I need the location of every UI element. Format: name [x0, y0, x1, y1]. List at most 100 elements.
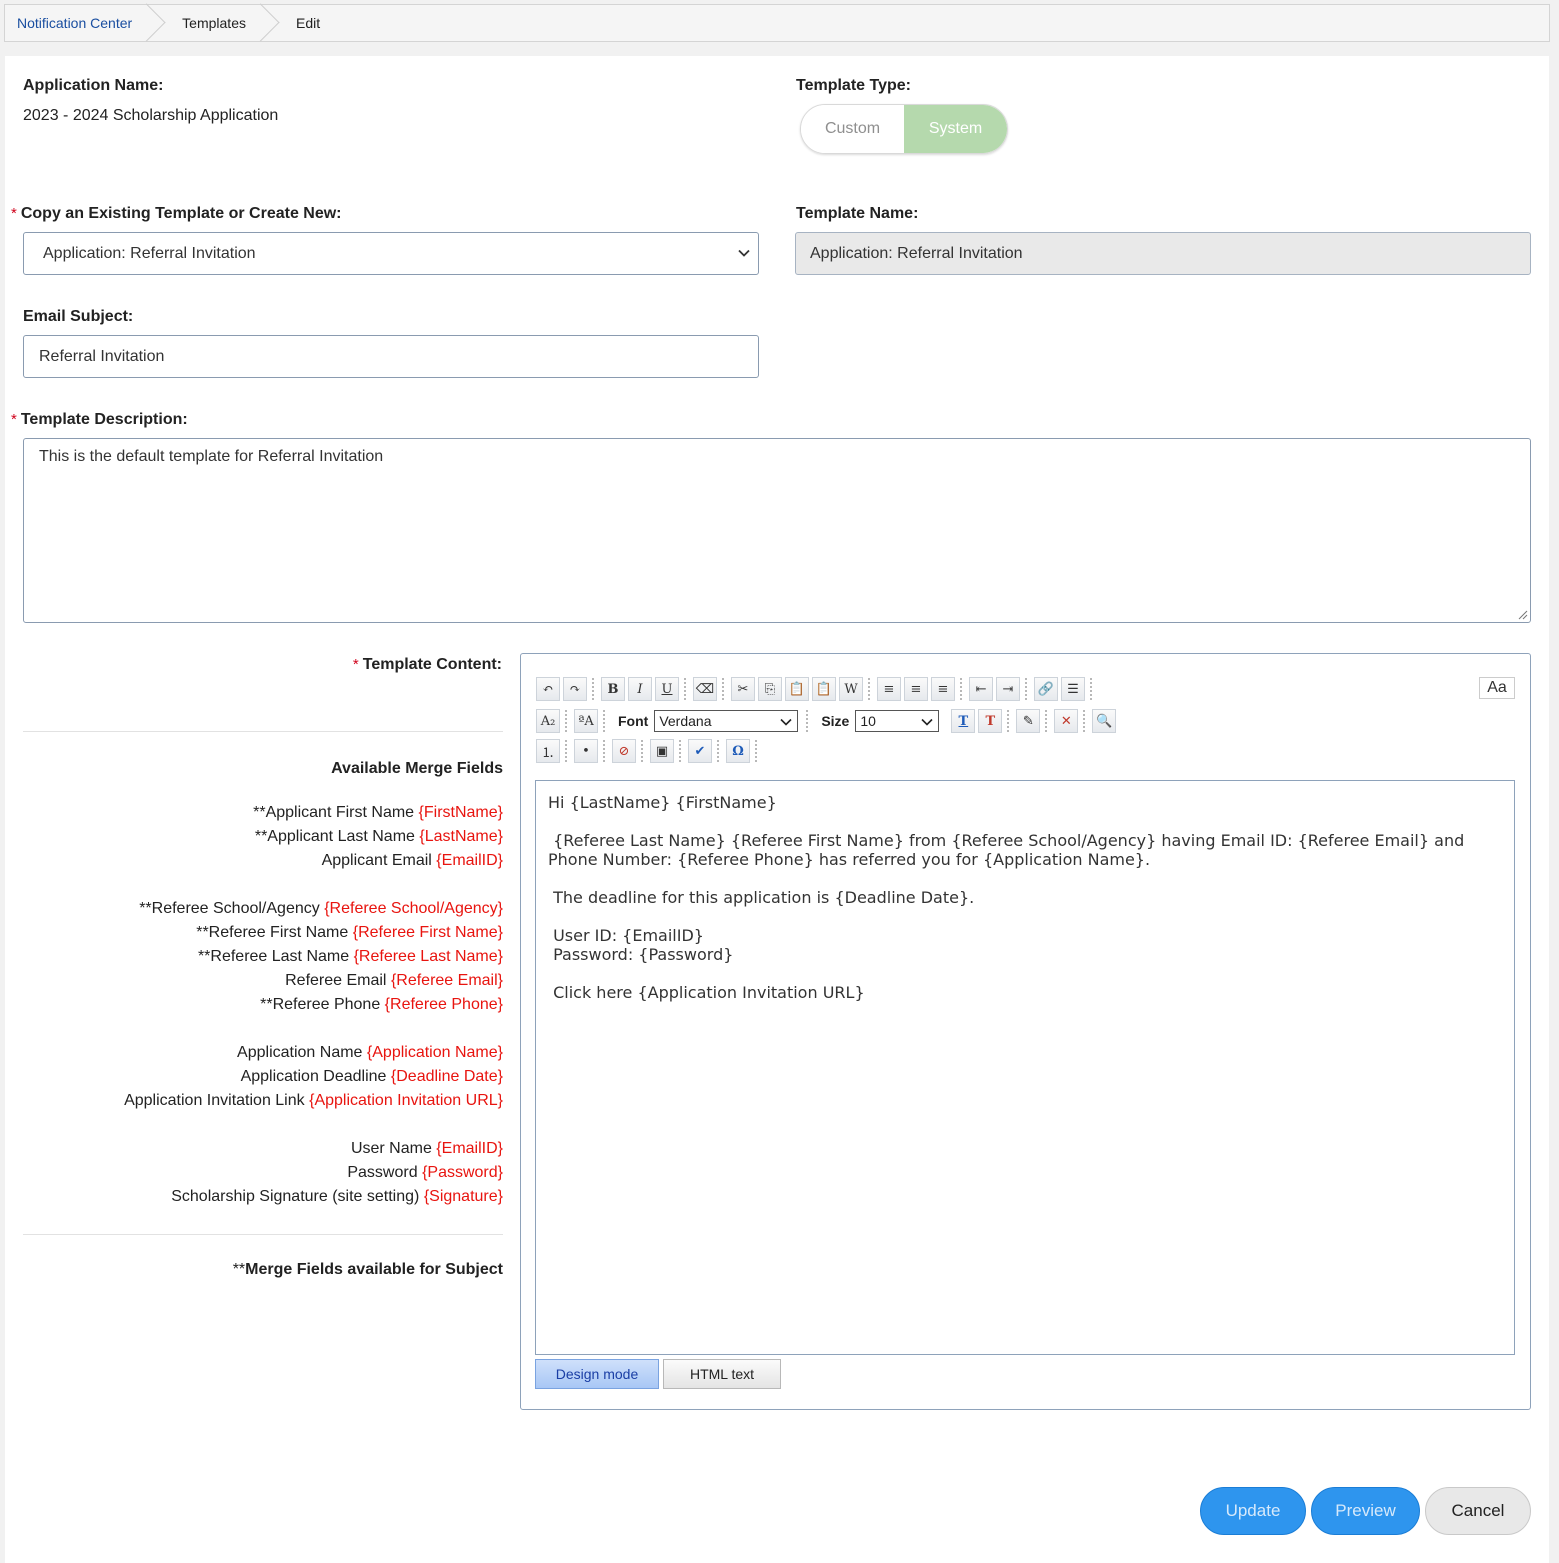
merge-field: Referee Email {Referee Email} — [285, 972, 503, 989]
template-name-field: Application: Referral Invitation — [795, 232, 1531, 275]
remove-format-icon[interactable]: T — [978, 709, 1003, 733]
toolbar-separator — [868, 678, 874, 700]
toolbar-separator — [592, 678, 598, 700]
toolbar-separator — [1083, 710, 1089, 732]
toolbar-row-1: ↶ ↷ B I U ⌫ ✂ ⎘ 📋 📋 W ≡ ≡ ≡ ⇤ ⇥ 🔗 ☰ — [536, 677, 1099, 701]
toolbar-separator — [960, 678, 966, 700]
preview-button[interactable]: Preview — [1311, 1487, 1420, 1535]
horizontal-rule-icon[interactable]: ☰ — [1061, 677, 1085, 701]
indent-icon[interactable]: ⇥ — [996, 677, 1020, 701]
toolbar-separator — [1045, 710, 1051, 732]
template-description-value: This is the default template for Referra… — [39, 448, 384, 465]
design-mode-tab[interactable]: Design mode — [535, 1359, 659, 1389]
text-color-icon[interactable]: T — [951, 709, 976, 733]
align-right-icon[interactable]: ≡ — [931, 677, 955, 701]
find-icon[interactable]: 🔍 — [1092, 709, 1117, 733]
spellcheck-icon[interactable]: ✔ — [688, 739, 712, 763]
toolbar-separator — [755, 740, 761, 762]
text-style-button[interactable]: Aa — [1479, 677, 1515, 699]
breadcrumb-notification-center[interactable]: Notification Center — [5, 5, 154, 41]
editor-content-area[interactable]: Hi {LastName} {FirstName} {Referee Last … — [535, 780, 1515, 1355]
resize-handle-icon[interactable] — [1518, 610, 1528, 620]
merge-field: Application Invitation Link {Application… — [124, 1092, 503, 1109]
toolbar-separator — [717, 740, 723, 762]
breadcrumb: Notification Center Templates Edit — [4, 4, 1550, 42]
subscript-icon[interactable]: A₂ — [536, 709, 560, 733]
cut-icon[interactable]: ✂ — [731, 677, 755, 701]
content-line: Click here {Application Invitation URL} — [548, 983, 865, 1002]
email-subject-value: Referral Invitation — [39, 347, 165, 365]
merge-field: **Referee School/Agency {Referee School/… — [139, 900, 503, 917]
size-select[interactable]: 10 — [855, 710, 940, 732]
special-character-icon[interactable]: Ω — [726, 739, 750, 763]
content-line: {Referee Last Name} {Referee First Name}… — [548, 831, 1465, 869]
chevron-down-icon — [780, 718, 792, 726]
underline-icon[interactable]: U — [655, 677, 679, 701]
chevron-down-icon — [738, 249, 750, 257]
template-type-toggle[interactable]: Custom System — [800, 104, 1008, 154]
template-content-label: * Template Content: — [352, 656, 502, 673]
divider — [23, 1234, 503, 1235]
redo-icon[interactable]: ↷ — [563, 677, 587, 701]
cancel-button[interactable]: Cancel — [1425, 1487, 1531, 1535]
breadcrumb-templates[interactable]: Templates — [154, 5, 268, 41]
toolbar-row-3: ⒈ • ⊘ ▣ ✔ Ω — [536, 739, 764, 763]
email-subject-input[interactable]: Referral Invitation — [23, 335, 759, 378]
superscript-icon[interactable]: ªA — [574, 709, 598, 733]
no-entry-icon[interactable]: ⊘ — [612, 739, 636, 763]
merge-field: Applicant Email {EmailID} — [321, 852, 503, 869]
template-name-label: Template Name: — [796, 205, 919, 222]
copy-template-label: * Copy an Existing Template or Create New… — [11, 205, 342, 222]
merge-field: Password {Password} — [347, 1164, 503, 1181]
toolbar-row-2: A₂ ªA Font Verdana Size 10 T T ✎ ✕ 🔍 — [536, 709, 1119, 733]
merge-footnote: **Merge Fields available for Subject — [232, 1261, 503, 1278]
copy-template-value: Application: Referral Invitation — [43, 244, 256, 262]
link-icon[interactable]: 🔗 — [1034, 677, 1058, 701]
eraser-icon[interactable]: ⌫ — [693, 677, 717, 701]
toolbar-separator — [641, 740, 647, 762]
template-description-textarea[interactable]: This is the default template for Referra… — [23, 438, 1531, 623]
bullet-list-icon[interactable]: • — [574, 739, 598, 763]
toolbar-separator — [565, 710, 571, 732]
toolbar-separator — [1007, 710, 1013, 732]
template-type-label: Template Type: — [796, 77, 911, 94]
toolbar-separator — [1025, 678, 1031, 700]
paste-icon[interactable]: 📋 — [785, 677, 809, 701]
html-text-tab[interactable]: HTML text — [663, 1359, 781, 1389]
merge-group-application: Application Name {Application Name} Appl… — [23, 1041, 503, 1113]
update-button[interactable]: Update — [1200, 1487, 1306, 1535]
copy-icon[interactable]: ⎘ — [758, 677, 782, 701]
image-icon[interactable]: ▣ — [650, 739, 674, 763]
merge-field: **Applicant Last Name {LastName} — [254, 828, 503, 845]
merge-group-applicant: **Applicant First Name {FirstName} **App… — [23, 801, 503, 873]
toolbar-separator — [679, 740, 685, 762]
template-type-system[interactable]: System — [904, 105, 1007, 153]
toolbar-separator — [603, 740, 609, 762]
merge-field: User Name {EmailID} — [350, 1140, 503, 1157]
align-center-icon[interactable]: ≡ — [904, 677, 928, 701]
font-select[interactable]: Verdana — [654, 710, 799, 732]
merge-field: Scholarship Signature (site setting) {Si… — [171, 1188, 503, 1205]
align-left-icon[interactable]: ≡ — [877, 677, 901, 701]
undo-icon[interactable]: ↶ — [536, 677, 560, 701]
merge-field: **Referee Last Name {Referee Last Name} — [197, 948, 503, 965]
bold-icon[interactable]: B — [601, 677, 625, 701]
application-name-value: 2023 - 2024 Scholarship Application — [23, 107, 279, 124]
remove-link-icon[interactable]: ✕ — [1054, 709, 1079, 733]
required-mark: * — [11, 205, 17, 222]
paste-text-icon[interactable]: 📋 — [812, 677, 836, 701]
merge-field: **Applicant First Name {FirstName} — [253, 804, 503, 821]
template-description-label: * Template Description: — [11, 411, 188, 428]
italic-icon[interactable]: I — [628, 677, 652, 701]
highlight-icon[interactable]: ✎ — [1016, 709, 1041, 733]
divider — [23, 731, 503, 732]
merge-field: **Referee Phone {Referee Phone} — [260, 996, 503, 1013]
outdent-icon[interactable]: ⇤ — [969, 677, 993, 701]
ordered-list-icon[interactable]: ⒈ — [536, 739, 560, 763]
paste-word-icon[interactable]: W — [839, 677, 863, 701]
template-type-custom[interactable]: Custom — [801, 105, 904, 153]
copy-template-select[interactable]: Application: Referral Invitation — [23, 232, 759, 275]
size-label: Size — [821, 713, 850, 729]
merge-field: Application Name {Application Name} — [237, 1044, 503, 1061]
toolbar-separator — [603, 710, 609, 732]
